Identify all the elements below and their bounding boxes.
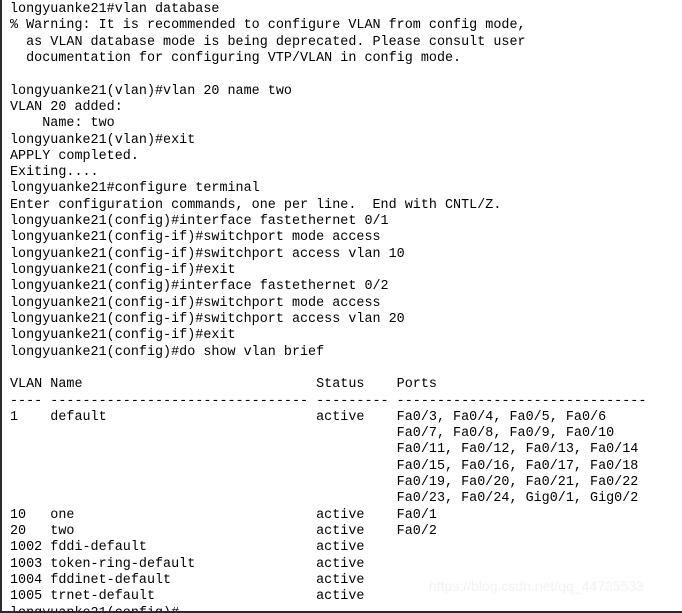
console-output: longyuanke21#vlan database % Warning: It… — [10, 2, 647, 611]
terminal-window[interactable]: longyuanke21#vlan database % Warning: It… — [0, 0, 682, 613]
